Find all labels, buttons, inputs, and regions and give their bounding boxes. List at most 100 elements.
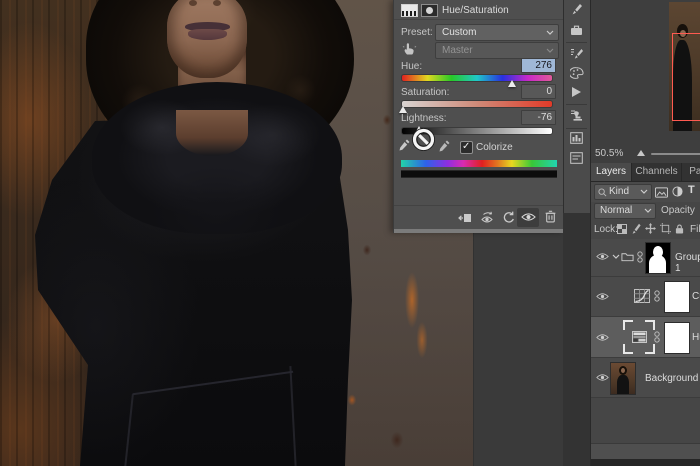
properties-panel-hue-saturation: Hue/Saturation Preset: Custom Master Hue… xyxy=(393,0,564,233)
layer-row-background[interactable]: Background xyxy=(591,358,700,398)
navigator-zoom-row: 50.5% xyxy=(591,145,700,163)
tab-paths[interactable]: Paths xyxy=(682,163,700,181)
lock-row: Lock: Fill xyxy=(591,220,700,239)
navigator-view-rect[interactable] xyxy=(672,33,700,121)
brushes-panel-icon[interactable] xyxy=(570,3,583,16)
layer-name[interactable]: Group 1 xyxy=(675,252,700,274)
lock-artboard-icon[interactable] xyxy=(660,223,671,234)
hue-slider-thumb[interactable] xyxy=(508,80,516,87)
layer-mask-thumbnail[interactable] xyxy=(664,281,690,313)
preset-dropdown[interactable]: Custom xyxy=(435,24,559,41)
layer-row-hue-saturation[interactable]: Hu xyxy=(591,317,700,358)
color-panel-icon[interactable] xyxy=(570,67,584,79)
hoodie-neck-opening xyxy=(176,110,248,156)
navigator-panel xyxy=(591,0,700,163)
visibility-eye-icon[interactable] xyxy=(596,252,609,261)
background-layer-thumbnail[interactable] xyxy=(610,362,636,395)
previous-state-eye-icon[interactable] xyxy=(479,211,495,224)
channel-dropdown[interactable]: Master xyxy=(435,42,559,59)
kind-filter-label: Kind xyxy=(609,186,629,197)
fill-label: Fill xyxy=(690,224,700,235)
hoodie-hood xyxy=(92,82,342,234)
visibility-eye-icon[interactable] xyxy=(521,212,536,222)
model-face xyxy=(167,0,247,78)
mask-icon[interactable] xyxy=(421,4,438,17)
blend-mode-value: Normal xyxy=(600,205,632,216)
layer-name[interactable]: Background xyxy=(645,373,698,384)
blend-mode-dropdown[interactable]: Normal xyxy=(594,203,656,219)
lock-label: Lock: xyxy=(594,224,618,235)
visibility-eye-icon[interactable] xyxy=(596,292,609,301)
layer-row-curves[interactable]: Cu xyxy=(591,277,700,317)
model-mouth xyxy=(185,22,230,40)
eyedropper-icon[interactable] xyxy=(399,138,411,152)
saturation-value-input[interactable]: 0 xyxy=(521,84,556,99)
link-chain-icon[interactable] xyxy=(637,251,643,263)
tab-layers[interactable]: Layers xyxy=(591,163,632,181)
channel-value: Master xyxy=(442,45,473,56)
lock-all-icon[interactable] xyxy=(675,223,684,235)
zoom-slider-track[interactable] xyxy=(651,153,700,155)
saturation-slider-thumb[interactable] xyxy=(399,106,407,113)
preset-label: Preset: xyxy=(401,27,433,38)
zoom-level-value[interactable]: 50.5% xyxy=(595,148,623,159)
filter-adjustment-icon[interactable] xyxy=(672,186,683,197)
filter-pixel-icon[interactable] xyxy=(655,187,668,198)
visibility-eye-icon[interactable] xyxy=(596,333,609,342)
lock-transparent-icon[interactable] xyxy=(617,224,627,234)
group-mask-thumbnail[interactable] xyxy=(645,242,671,274)
hue-value-input[interactable]: 276 xyxy=(521,58,556,73)
properties-header: Hue/Saturation xyxy=(394,0,564,20)
brush-settings-panel-icon[interactable] xyxy=(570,47,583,60)
layer-mask-thumbnail[interactable] xyxy=(664,322,690,354)
chevron-down-icon xyxy=(640,189,648,194)
layers-panel-footer xyxy=(591,443,700,460)
colorize-label: Colorize xyxy=(476,142,513,153)
tab-channels[interactable]: Channels xyxy=(632,163,682,181)
lock-paint-icon[interactable] xyxy=(631,223,641,235)
eyedropper-plus-icon[interactable] xyxy=(439,139,451,153)
info-panel-icon[interactable] xyxy=(570,152,583,164)
clip-to-layer-icon[interactable] xyxy=(458,212,472,224)
delete-trash-icon[interactable] xyxy=(545,210,556,223)
reset-icon[interactable] xyxy=(502,211,515,224)
curves-adjustment-icon[interactable] xyxy=(634,289,650,303)
libraries-panel-icon[interactable] xyxy=(570,24,583,36)
hue-label: Hue: xyxy=(401,61,422,72)
tool-presets-panel-icon[interactable] xyxy=(570,109,583,122)
layer-name[interactable]: Cu xyxy=(692,291,700,302)
visibility-eye-icon[interactable] xyxy=(596,373,609,382)
on-image-adjust-hand-icon[interactable] xyxy=(402,41,417,56)
saturation-slider[interactable] xyxy=(401,100,553,108)
navigator-thumbnail[interactable] xyxy=(669,2,700,131)
opacity-label: Opacity xyxy=(661,205,695,216)
search-icon xyxy=(598,188,607,197)
layer-name[interactable]: Hu xyxy=(692,332,700,343)
result-spectrum-bar xyxy=(401,170,557,178)
right-panel-group: 50.5% Layers Channels Paths Kind T Norma… xyxy=(590,0,700,466)
hue-shift-spectrum-bar xyxy=(401,160,557,167)
layer-filter-row: Kind T xyxy=(591,181,700,202)
hue-slider[interactable] xyxy=(401,74,553,82)
expand-chevron-icon[interactable] xyxy=(612,254,620,259)
kind-filter-dropdown[interactable]: Kind xyxy=(594,184,652,200)
folder-icon xyxy=(621,252,634,262)
nostril xyxy=(213,0,221,6)
panel-resize-edge[interactable] xyxy=(394,229,564,233)
actions-panel-icon[interactable] xyxy=(570,86,582,98)
panel-title: Hue/Saturation xyxy=(442,5,509,16)
zoom-slider-thumb[interactable] xyxy=(637,150,645,156)
filter-type-icon[interactable]: T xyxy=(688,184,695,196)
lightness-label: Lightness: xyxy=(401,113,447,124)
link-chain-icon[interactable] xyxy=(654,290,660,302)
panel-bottom-edge xyxy=(591,459,700,466)
lightness-value-input[interactable]: -76 xyxy=(521,110,556,125)
link-chain-icon[interactable] xyxy=(654,331,660,343)
chevron-down-icon xyxy=(546,30,554,35)
hue-saturation-adjustment-icon[interactable] xyxy=(632,331,647,343)
saturation-label: Saturation: xyxy=(401,87,449,98)
layer-row-group-1[interactable]: Group 1 xyxy=(591,239,700,277)
histogram-panel-icon[interactable] xyxy=(570,132,583,144)
colorize-checkbox[interactable] xyxy=(460,141,473,154)
lock-move-icon[interactable] xyxy=(645,223,656,234)
